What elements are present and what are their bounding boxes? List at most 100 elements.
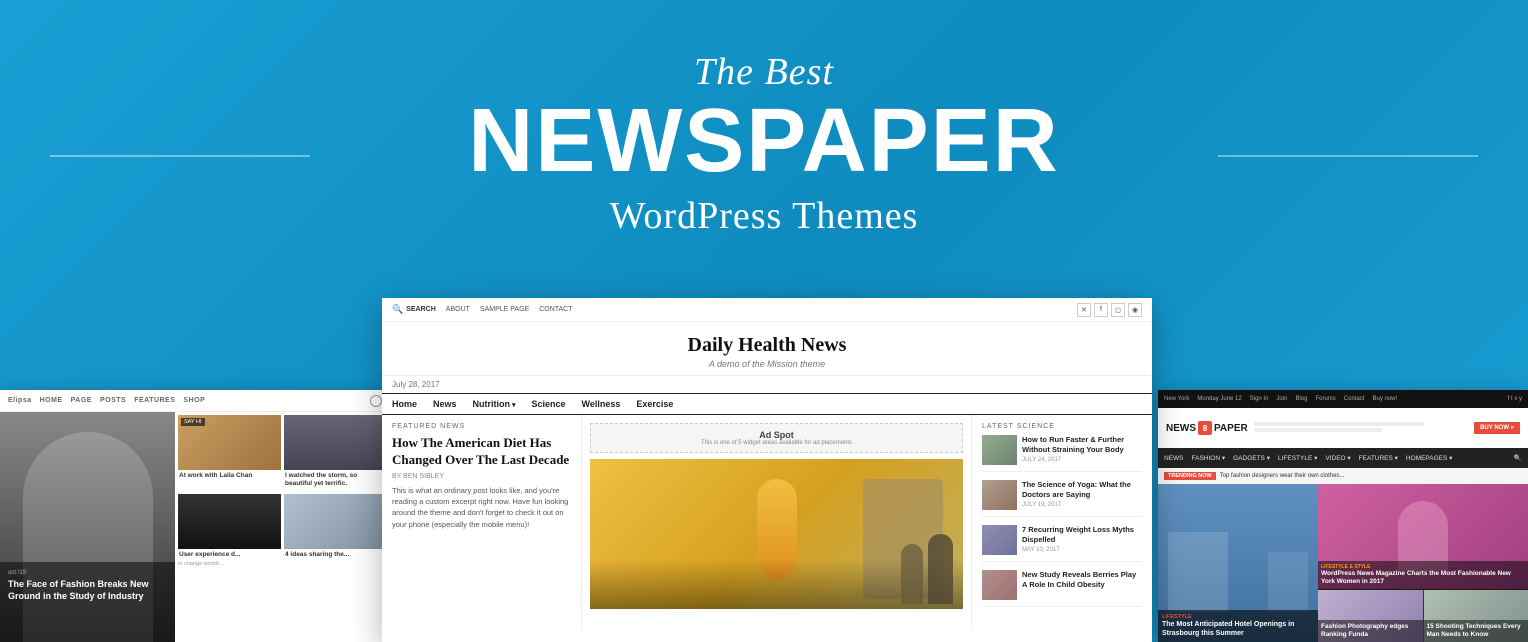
- elipsa-item-4: 4 ideas sharing the...: [284, 494, 387, 567]
- n8p-trending-badge: TRENDING NOW: [1164, 472, 1216, 480]
- n8p-buy-button[interactable]: BUY NOW »: [1474, 422, 1520, 434]
- elipsa-item-2-image: [284, 415, 387, 470]
- n8p-trending-text: Top fashion designers wear their own clo…: [1220, 473, 1345, 479]
- n8p-bottom-row: Fashion Photography edges Ranking Funda …: [1318, 590, 1528, 642]
- n8p-contact: Contact: [1344, 396, 1365, 402]
- n8p-side-overlay-2: Fashion Photography edges Ranking Funda: [1318, 620, 1423, 642]
- elipsa-item-3-image: [178, 494, 281, 549]
- elipsa-item-4-caption: 4 ideas sharing the...: [284, 549, 387, 561]
- dhc-latest-item-4: New Study Reveals Berries Play A Role In…: [982, 570, 1142, 607]
- dhc-featured-title: How The American Diet Has Changed Over T…: [392, 435, 571, 469]
- n8p-paper-text: PAPER: [1214, 423, 1248, 434]
- elipsa-search-icon[interactable]: [370, 395, 382, 407]
- dhc-search[interactable]: 🔍 SEARCH: [392, 304, 436, 315]
- elipsa-nav-page: PAGE: [71, 397, 92, 404]
- dhc-sample-link[interactable]: SAMPLE PAGE: [480, 306, 529, 313]
- n8p-side-overlay-1: LIFESTYLE & STYLE WordPress News Magazin…: [1318, 561, 1528, 589]
- dhc-nav-news[interactable]: News: [433, 399, 457, 409]
- n8p-header: NEWS 8 PAPER BUY NOW »: [1158, 408, 1528, 448]
- elipsa-nav-posts: POSTS: [100, 397, 126, 404]
- dhc-ad-spot: Ad Spot This is one of 5 widget areas av…: [590, 423, 963, 453]
- n8p-nav-homepages[interactable]: HOMEPAGES ▾: [1406, 454, 1452, 462]
- dhc-latest-text-3: 7 Recurring Weight Loss Myths Dispelled …: [1022, 525, 1142, 555]
- n8p-side-item-2: Fashion Photography edges Ranking Funda: [1318, 590, 1424, 642]
- dhc-featured-section: FEATURED NEWS How The American Diet Has …: [382, 415, 582, 629]
- dhc-featured-excerpt: This is what an ordinary post looks like…: [392, 485, 571, 530]
- theme-preview-news8paper: New York Monday June 12 Sign In Join Blo…: [1158, 390, 1528, 642]
- the-best-label: The Best: [0, 50, 1528, 94]
- elipsa-item-3-sub: to change worldc...: [178, 561, 281, 567]
- n8p-nav-news[interactable]: NEWS: [1164, 455, 1184, 462]
- n8p-tagline: [1254, 422, 1468, 434]
- dhc-date: July 28, 2017: [382, 376, 1152, 393]
- n8p-main-overlay: LIFESTYLE The Most Anticipated Hotel Ope…: [1158, 610, 1318, 642]
- podcast-icon[interactable]: ◉: [1128, 303, 1142, 317]
- n8p-nav-fashion[interactable]: FASHION ▾: [1192, 454, 1226, 462]
- dhc-latest-item-3: 7 Recurring Weight Loss Myths Dispelled …: [982, 525, 1142, 562]
- dhc-nav-home[interactable]: Home: [392, 399, 417, 409]
- elipsa-main-title: The Face of Fashion Breaks New Ground in…: [8, 579, 167, 602]
- dhc-site-header: Daily Health News A demo of the Mission …: [382, 322, 1152, 376]
- dhc-latest-item-1: How to Run Faster & Further Without Stra…: [982, 435, 1142, 472]
- dhc-ad-subtitle: This is one of 5 widget areas available …: [701, 440, 852, 446]
- dhc-about-link[interactable]: ABOUT: [446, 306, 470, 313]
- n8p-logo: NEWS 8 PAPER: [1166, 421, 1248, 435]
- dhc-nav-science[interactable]: Science: [532, 399, 566, 409]
- dhc-social-icons: ✕ f ◻ ◉: [1077, 303, 1142, 317]
- dhc-nav: Home News Nutrition Science Wellness Exe…: [382, 393, 1152, 415]
- n8p-blog: Blog: [1295, 396, 1307, 402]
- dhc-latest-thumb-2: [982, 480, 1017, 510]
- n8p-side-item-1: LIFESTYLE & STYLE WordPress News Magazin…: [1318, 484, 1528, 589]
- n8p-date: Monday June 12: [1197, 396, 1241, 402]
- elipsa-item-2-caption: I watched the storm, so beautiful yet te…: [284, 470, 387, 491]
- n8p-location: New York: [1164, 396, 1189, 402]
- dhc-latest-label: LATEST SCIENCE: [982, 423, 1142, 430]
- wp-themes-label: WordPress Themes: [0, 194, 1528, 238]
- n8p-main-title: The Most Anticipated Hotel Openings in S…: [1162, 620, 1314, 638]
- elipsa-nav-features: FEATURES: [134, 397, 175, 404]
- n8p-nav-features[interactable]: FEATURES ▾: [1359, 454, 1398, 462]
- elipsa-item-3-caption: User experience d...: [178, 549, 281, 561]
- n8p-side-title-2: Fashion Photography edges Ranking Funda: [1321, 623, 1420, 639]
- n8p-topbar: New York Monday June 12 Sign In Join Blo…: [1158, 390, 1528, 408]
- twitter-icon[interactable]: ✕: [1077, 303, 1091, 317]
- facebook-icon[interactable]: f: [1094, 303, 1108, 317]
- elipsa-main-image: oct /19 The Face of Fashion Breaks New G…: [0, 412, 175, 642]
- elipsa-nav-shop: SHOP: [183, 397, 205, 404]
- n8p-signin: Sign In: [1250, 396, 1269, 402]
- dhc-latest-thumb-1: [982, 435, 1017, 465]
- dhc-nav-wellness[interactable]: Wellness: [582, 399, 621, 409]
- elipsa-topbar: Elipsa HOME PAGE POSTS FEATURES SHOP: [0, 390, 390, 412]
- instagram-icon[interactable]: ◻: [1111, 303, 1125, 317]
- dhc-latest-text-2: The Science of Yoga: What the Doctors ar…: [1022, 480, 1142, 510]
- dhc-featured-byline: BY BEN SIBLEY: [392, 473, 571, 480]
- n8p-side-title-3: 15 Shooting Techniques Every Man Needs t…: [1427, 623, 1526, 639]
- n8p-nav: NEWS FASHION ▾ GADGETS ▾ LIFESTYLE ▾ VID…: [1158, 448, 1528, 468]
- n8p-search-icon[interactable]: 🔍: [1514, 454, 1522, 462]
- n8p-news-text: NEWS: [1166, 423, 1196, 434]
- theme-preview-daily-health: 🔍 SEARCH ABOUT SAMPLE PAGE CONTACT ✕ f ◻…: [382, 298, 1152, 642]
- elipsa-sidebar: SAY HI At work with Laila Chan I watched…: [175, 412, 390, 642]
- dhc-search-label: SEARCH: [406, 306, 436, 313]
- elipsa-item-1-badge: SAY HI: [181, 418, 205, 426]
- n8p-forums: Forums: [1315, 396, 1335, 402]
- elipsa-tag: oct /19: [8, 570, 167, 576]
- n8p-eight-badge: 8: [1198, 421, 1212, 435]
- n8p-side-item-3: 15 Shooting Techniques Every Man Needs t…: [1424, 590, 1528, 642]
- n8p-nav-gadgets[interactable]: GADGETS ▾: [1233, 454, 1270, 462]
- dhc-body: FEATURED NEWS How The American Diet Has …: [382, 415, 1152, 629]
- n8p-side-title-1: WordPress News Magazine Charts the Most …: [1321, 570, 1525, 586]
- dhc-contact-link[interactable]: CONTACT: [539, 306, 572, 313]
- dhc-site-tagline: A demo of the Mission theme: [382, 359, 1152, 369]
- n8p-nav-video[interactable]: VIDEO ▾: [1325, 454, 1350, 462]
- dhc-nav-exercise[interactable]: Exercise: [636, 399, 673, 409]
- elipsa-content: oct /19 The Face of Fashion Breaks New G…: [0, 412, 390, 642]
- dhc-center-image: [590, 459, 963, 609]
- elipsa-logo: Elipsa: [8, 397, 32, 404]
- n8p-social-links: f t v y: [1508, 396, 1522, 402]
- elipsa-item-1: SAY HI At work with Laila Chan: [178, 415, 281, 491]
- dhc-latest-text-1: How to Run Faster & Further Without Stra…: [1022, 435, 1142, 465]
- dhc-nav-nutrition[interactable]: Nutrition: [473, 399, 516, 409]
- newspaper-label: NEWSPAPER: [0, 96, 1528, 186]
- n8p-nav-lifestyle[interactable]: LIFESTYLE ▾: [1278, 454, 1317, 462]
